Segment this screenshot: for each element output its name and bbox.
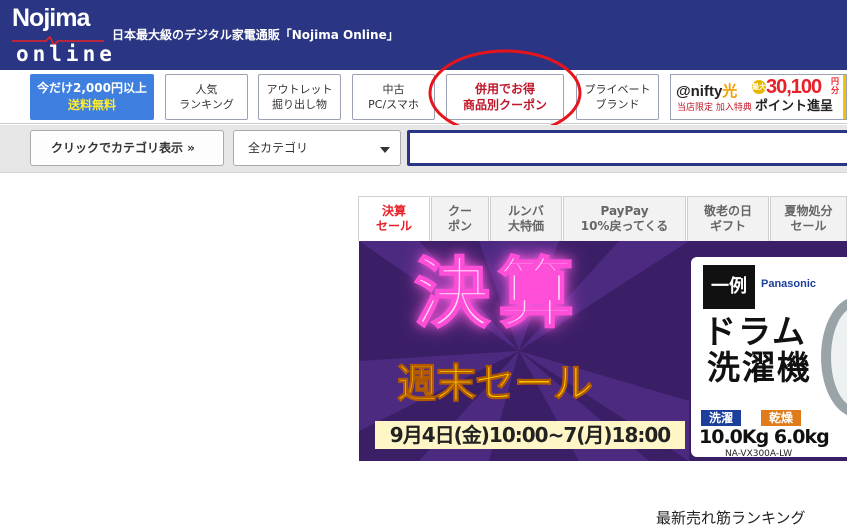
category-toggle-button[interactable]: クリックでカテゴリ表示 » bbox=[30, 130, 224, 166]
example-label: 一例 bbox=[703, 265, 755, 309]
tab-keirou-gift[interactable]: 敬老の日 ギフト bbox=[687, 196, 769, 241]
nifty-brand: @nifty bbox=[676, 83, 723, 100]
logo-wordmark: Nojima bbox=[12, 4, 90, 32]
nav-coupon-line2: 商品別クーポン bbox=[462, 98, 547, 112]
site-tagline: 日本最大級のデジタル家電通販「Nojima Online」 bbox=[112, 28, 399, 42]
campaign-tabs: 決算 セール クー ポン ルンバ 大特価 PayPay 10%戻ってくる 敬老の… bbox=[358, 196, 847, 241]
nojima-online-logo[interactable]: Nojima online bbox=[12, 4, 112, 66]
search-bar: クリックでカテゴリ表示 » 全カテゴリ bbox=[0, 125, 847, 173]
free-shipping-line1: 今だけ2,000円以上 bbox=[37, 81, 147, 95]
nav-ranking-line2: ランキング bbox=[179, 98, 234, 111]
nav-coupon-button[interactable]: 併用でお得 商品別クーポン bbox=[446, 74, 564, 120]
nav-coupon-line1: 併用でお得 bbox=[474, 82, 535, 96]
nifty-hikari: 光 bbox=[722, 83, 738, 100]
banner-date: 9月4日(金)10:00~7(月)18:00 bbox=[375, 421, 685, 449]
product-name-line1: ドラム bbox=[703, 312, 808, 351]
kessan-sale-banner[interactable]: 決算 週末セール 9月4日(金)10:00~7(月)18:00 一例 Panas… bbox=[359, 241, 847, 461]
nav-private-brand-line1: プライベート bbox=[584, 83, 651, 96]
chevron-down-icon bbox=[380, 147, 390, 153]
nav-ranking-line1: 人気 bbox=[195, 83, 218, 96]
tab-summer-clearance[interactable]: 夏物処分 セール bbox=[770, 196, 847, 241]
tab-keirou-line1: 敬老の日 bbox=[703, 204, 752, 218]
tab-roomba-line2: 大特価 bbox=[507, 219, 544, 233]
tab-coupon-line2: ポン bbox=[447, 219, 472, 233]
dry-label: 乾燥 bbox=[761, 410, 801, 426]
search-input[interactable] bbox=[407, 130, 847, 166]
banner-subtitle: 週末セール bbox=[397, 361, 594, 408]
tab-paypay[interactable]: PayPay 10%戻ってくる bbox=[563, 196, 686, 241]
tab-summer-line1: 夏物処分 bbox=[784, 204, 833, 218]
nifty-subtext: 当店限定 加入特典 bbox=[677, 103, 752, 113]
tab-roomba[interactable]: ルンバ 大特価 bbox=[490, 196, 562, 241]
free-shipping-banner[interactable]: 今だけ2,000円以上 送料無料 bbox=[30, 74, 154, 120]
nav-used-line1: 中古 bbox=[382, 83, 405, 96]
category-select[interactable]: 全カテゴリ bbox=[233, 130, 401, 166]
tab-kessan-line1: 決算 bbox=[381, 204, 406, 218]
nav-used-button[interactable]: 中古 PC/スマホ bbox=[352, 74, 435, 120]
tab-paypay-line2: 10%戻ってくる bbox=[580, 219, 669, 233]
washer-door-image bbox=[821, 297, 847, 417]
banner-title: 決算 bbox=[413, 249, 582, 338]
nifty-amount: 30,100 bbox=[766, 76, 822, 98]
nav-ranking-button[interactable]: 人気 ランキング bbox=[165, 74, 248, 120]
tab-kessan-sale[interactable]: 決算 セール bbox=[358, 196, 430, 241]
logo-subword: online bbox=[16, 42, 116, 66]
tab-keirou-line2: ギフト bbox=[709, 219, 746, 233]
capacity-text: 10.0Kg 6.0kg bbox=[699, 426, 830, 448]
tab-coupon-line1: クー bbox=[447, 204, 472, 218]
brand-logo: Panasonic bbox=[761, 278, 817, 290]
model-number: NA-VX300A-LW bbox=[725, 449, 793, 459]
nav-outlet-line2: 掘り出し物 bbox=[272, 98, 327, 111]
site-header: Nojima online 日本最大級のデジタル家電通販「Nojima Onli… bbox=[0, 0, 847, 70]
tab-paypay-line1: PayPay bbox=[600, 204, 649, 218]
nav-outlet-line1: アウトレット bbox=[266, 83, 333, 96]
nifty-side-strip bbox=[843, 75, 846, 119]
nifty-max-badge: 最大 bbox=[752, 80, 766, 94]
category-select-value: 全カテゴリ bbox=[248, 141, 309, 155]
tab-coupon[interactable]: クー ポン bbox=[431, 196, 489, 241]
nav-used-line2: PC/スマホ bbox=[368, 98, 419, 111]
nav-bar: 今だけ2,000円以上 送料無料 人気 ランキング アウトレット 掘り出し物 中… bbox=[0, 70, 847, 124]
tab-kessan-line2: セール bbox=[375, 219, 412, 233]
tab-summer-line2: セール bbox=[790, 219, 827, 233]
product-name-line2: 洗濯機 bbox=[707, 348, 812, 387]
nifty-name: @nifty光 bbox=[676, 83, 737, 100]
free-shipping-line2: 送料無料 bbox=[67, 98, 116, 112]
nav-private-brand-button[interactable]: プライベート ブランド bbox=[576, 74, 659, 120]
wash-label: 洗濯 bbox=[701, 410, 741, 426]
nifty-yen-unit: 円分 bbox=[831, 77, 839, 95]
nifty-points: ポイント進呈 bbox=[755, 99, 834, 114]
ranking-heading: 最新売れ筋ランキング bbox=[656, 509, 806, 527]
nifty-hikari-banner[interactable]: @nifty光 当店限定 加入特典 最大 30,100 円分 ポイント進呈 bbox=[670, 74, 847, 120]
product-card: 一例 Panasonic ドラム 洗濯機 洗濯 乾燥 10.0Kg 6.0kg … bbox=[691, 257, 847, 459]
nav-outlet-button[interactable]: アウトレット 掘り出し物 bbox=[258, 74, 341, 120]
tab-roomba-line1: ルンバ bbox=[508, 204, 544, 218]
nav-private-brand-line2: ブランド bbox=[595, 98, 640, 111]
